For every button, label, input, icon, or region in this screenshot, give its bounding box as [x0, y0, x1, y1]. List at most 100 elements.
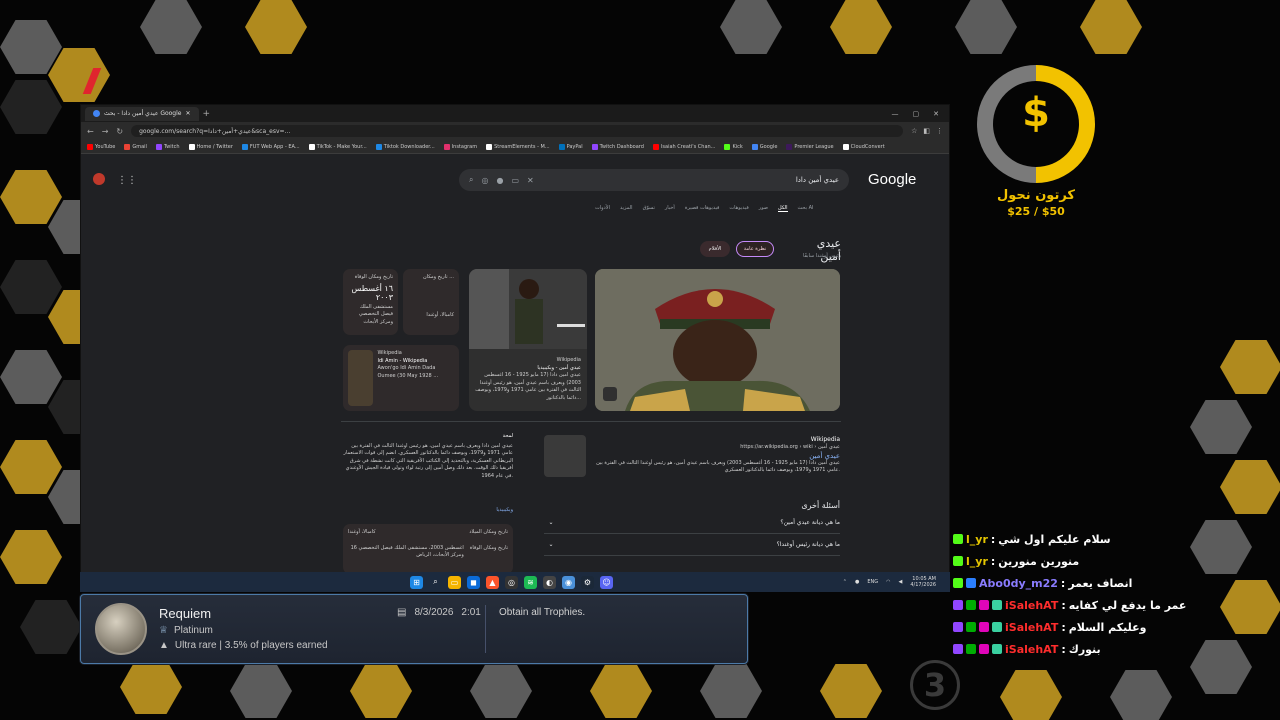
- fact-birth-label: تاريخ ومكان الميلاد: [469, 529, 508, 535]
- death-card-place: مستشفى الملك فيصل التخصصي ومركز الأبحاث: [358, 303, 393, 325]
- desc-heading: لمحة: [502, 433, 513, 439]
- main-portrait-image[interactable]: [595, 269, 840, 411]
- search-tab[interactable]: الكل: [778, 205, 788, 212]
- wiki-en-card[interactable]: Wikipedia Idi Amin - Wikipedia Awon'go I…: [343, 345, 459, 411]
- search-tab[interactable]: فيديوهات قصيرة: [685, 205, 720, 212]
- paa-question[interactable]: ⌄ ما هي ديانة رئيس أوغندا؟: [544, 534, 840, 556]
- brave-icon[interactable]: ▲: [486, 575, 499, 589]
- bookmark-item[interactable]: Tiktok Downloader...: [375, 143, 435, 150]
- bookmark-item[interactable]: YouTube: [87, 143, 115, 150]
- menu-dots-icon[interactable]: ⋮: [936, 127, 943, 135]
- tray-chevron-icon[interactable]: ⌃: [843, 579, 847, 585]
- result-title[interactable]: عيدي أمين: [594, 452, 840, 460]
- bookmark-item[interactable]: CloudConvert: [842, 143, 885, 150]
- search-box[interactable]: ⌕ ◎ ● ▭ ✕ عيدي أمين دادا: [459, 169, 849, 191]
- chat-separator: :: [1060, 576, 1066, 590]
- clear-icon[interactable]: ✕: [527, 176, 534, 185]
- google-favicon-icon: [93, 110, 100, 117]
- wifi-icon[interactable]: ◠: [886, 579, 890, 585]
- url-field[interactable]: google.com/search?q=عيدي+أمين+دادا&sca_e…: [131, 125, 904, 137]
- reload-icon[interactable]: ↻: [116, 127, 123, 136]
- search-tab[interactable]: الأدوات: [595, 205, 610, 212]
- bookmark-item[interactable]: Kick: [724, 143, 743, 150]
- birth-card[interactable]: تاريخ ومكان ... كامبالا، أوغندا: [403, 269, 459, 335]
- search-tab[interactable]: تسوّق: [643, 205, 655, 212]
- search-icon[interactable]: ⌕: [469, 175, 473, 185]
- search-tabs: بحث AI الكل صور فيديوهات فيديوهات قصيرة أخبار…: [595, 205, 814, 212]
- spotify-icon[interactable]: ≋: [524, 575, 537, 589]
- taskbar-apps: ⊞ ⌕ ▭ ◼ ▲ ◎ ≋ ◐ ◉ ⚙ ☺: [410, 575, 613, 589]
- people-also-ask: أسئلة أخرى ⌄ ما هي ديانة عيدي أمين؟ ⌄ ما…: [544, 501, 840, 556]
- forward-icon[interactable]: →: [102, 127, 109, 136]
- bookmark-favicon-icon: [308, 143, 315, 150]
- portrait-illustration: [595, 269, 840, 411]
- chat-username[interactable]: iSalehAT: [1005, 621, 1058, 634]
- bookmark-favicon-icon: [751, 143, 758, 150]
- chat-username[interactable]: l_yr: [966, 555, 988, 568]
- chrome-icon[interactable]: ◉: [562, 575, 575, 589]
- language-indicator[interactable]: ENG: [867, 579, 878, 585]
- chip-films[interactable]: الأفلام: [700, 241, 730, 257]
- search-tab[interactable]: صور: [759, 205, 768, 212]
- bookmark-label: TikTok - Make Your...: [316, 143, 367, 150]
- obs-icon[interactable]: ◎: [505, 575, 518, 589]
- bookmark-item[interactable]: TikTok - Make Your...: [308, 143, 367, 150]
- chat-username[interactable]: l_yr: [966, 533, 988, 546]
- mic-icon[interactable]: ●: [496, 176, 503, 185]
- back-icon[interactable]: ←: [87, 127, 94, 136]
- bookmark-item[interactable]: Home / Twitter: [188, 143, 233, 150]
- bookmark-item[interactable]: Premier League: [786, 143, 834, 150]
- bookmark-item[interactable]: Instagram: [443, 143, 477, 150]
- volume-icon[interactable]: ◀: [899, 579, 903, 585]
- desc-link[interactable]: ويكيبيديا: [343, 507, 513, 515]
- google-logo[interactable]: Google: [868, 171, 916, 188]
- discord-icon[interactable]: ☺: [600, 575, 613, 589]
- bookmark-item[interactable]: Google: [751, 143, 777, 150]
- browser-tab[interactable]: عيدي أمين دادا - بحث Google ✕: [85, 106, 199, 121]
- tab-strip: عيدي أمين دادا - بحث Google ✕ + — ▢ ✕: [81, 105, 949, 122]
- search-icon[interactable]: ⌕: [429, 576, 442, 589]
- chip-overview[interactable]: نظرة عامة: [736, 241, 774, 257]
- wiki-ar-title[interactable]: عيدي أمين - ويكيبيديا: [475, 365, 581, 373]
- kick-badge-icon: [953, 534, 963, 544]
- close-tab-icon[interactable]: ✕: [185, 110, 190, 117]
- death-card[interactable]: تاريخ ومكان الوفاة ١٦ أغسطس ٢٠٠٣ مستشفى …: [343, 269, 398, 335]
- chat-username[interactable]: iSalehAT: [1005, 599, 1058, 612]
- trophy-name: Requiem: [159, 606, 212, 621]
- app-icon[interactable]: ◐: [543, 575, 556, 589]
- bookmark-item[interactable]: StreamElements - M...: [486, 143, 550, 150]
- store-icon[interactable]: ◼: [467, 575, 480, 589]
- search-tab[interactable]: المزيد: [620, 205, 633, 212]
- bookmark-item[interactable]: PayPal: [558, 143, 583, 150]
- account-avatar-icon[interactable]: [93, 173, 105, 185]
- bookmark-item[interactable]: Twitch Dashboard: [591, 143, 644, 150]
- bookmark-star-icon[interactable]: ☆: [911, 127, 917, 135]
- maximize-icon[interactable]: ▢: [913, 110, 920, 118]
- chat-username[interactable]: Abo0dy_m22: [979, 577, 1058, 590]
- bookmark-item[interactable]: Gmail: [124, 143, 147, 150]
- search-tab[interactable]: فيديوهات: [729, 205, 748, 212]
- start-icon[interactable]: ⊞: [410, 575, 423, 589]
- bookmark-item[interactable]: Isaiah Creati's Chan...: [652, 143, 715, 150]
- chat-message: l_yr: منورين منورين: [953, 550, 1213, 572]
- search-tab[interactable]: أخبار: [665, 205, 675, 212]
- search-tab[interactable]: بحث AI: [798, 205, 814, 212]
- apps-grid-icon[interactable]: ⋮⋮: [117, 175, 137, 186]
- trophy-notification[interactable]: Requiem ♕ Platinum ▲ Ultra rare | 3.5% o…: [80, 594, 748, 664]
- keyboard-icon[interactable]: ▭: [511, 176, 519, 185]
- secondary-image[interactable]: Wikipedia عيدي أمين - ويكيبيديا عيدي أمي…: [469, 269, 587, 411]
- minimize-icon[interactable]: —: [892, 110, 899, 118]
- new-tab-icon[interactable]: +: [203, 109, 211, 119]
- chat-username[interactable]: iSalehAT: [1005, 643, 1058, 656]
- bookmark-item[interactable]: Twitch: [155, 143, 180, 150]
- file-explorer-icon[interactable]: ▭: [448, 575, 461, 589]
- extension-icon[interactable]: ◧: [923, 127, 930, 135]
- extensions: ☆ ◧ ⋮: [911, 127, 943, 135]
- clock[interactable]: 10:05 AM 4/17/2026: [910, 576, 936, 589]
- tray-mic-icon[interactable]: ●: [855, 579, 859, 585]
- close-window-icon[interactable]: ✕: [933, 110, 939, 118]
- steam-icon[interactable]: ⚙: [581, 575, 594, 589]
- lens-icon[interactable]: ◎: [481, 176, 488, 185]
- bookmark-item[interactable]: FUT Web App - EA...: [241, 143, 300, 150]
- paa-question[interactable]: ⌄ ما هي ديانة عيدي أمين؟: [544, 512, 840, 534]
